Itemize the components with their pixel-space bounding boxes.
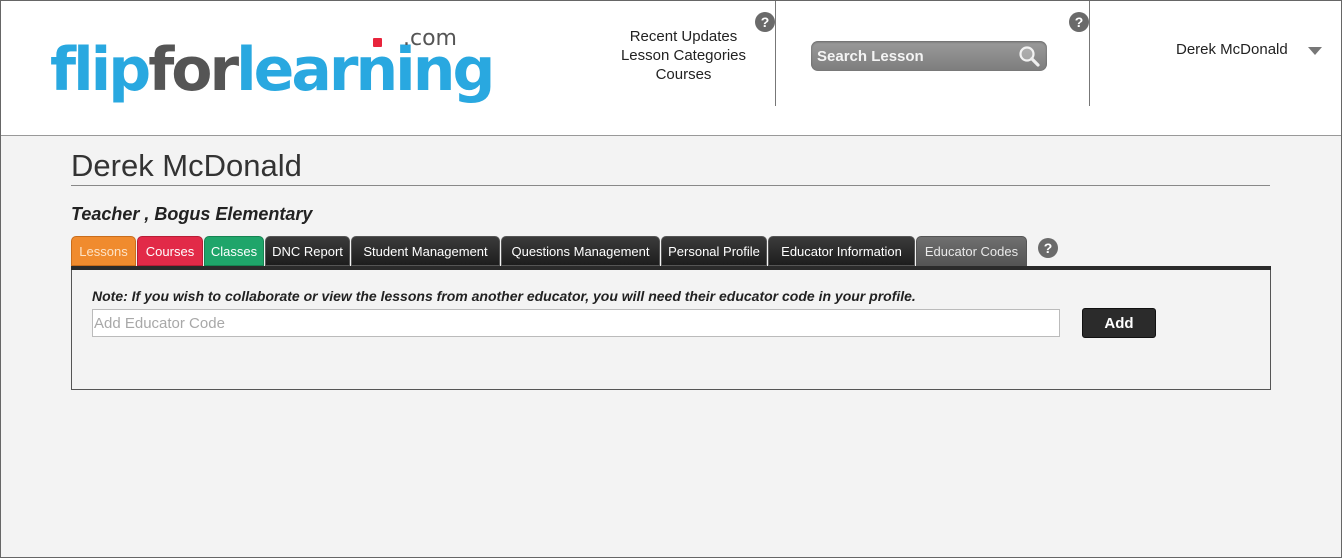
logo-com-suffix: .com <box>403 26 457 51</box>
site-header: flipforlearning .com ? Recent Updates Le… <box>0 0 1342 136</box>
role-school-line: Teacher , Bogus Elementary <box>71 204 313 224</box>
logo-for: for <box>148 35 239 105</box>
tabs-help-icon[interactable]: ? <box>1038 238 1058 258</box>
header-nav: Recent Updates Lesson Categories Courses <box>606 27 761 84</box>
flipforlearning-logo[interactable]: flipforlearning .com <box>50 26 495 112</box>
educator-code-input[interactable] <box>92 309 1060 337</box>
tab-questions-management[interactable]: Questions Management <box>501 236 660 266</box>
magnifier-icon[interactable] <box>1017 44 1041 68</box>
add-educator-code-button[interactable]: Add <box>1082 308 1156 338</box>
logo-i-dot <box>373 38 382 47</box>
educator-codes-panel: Note: If you wish to collaborate or view… <box>71 270 1271 390</box>
nav-link-courses[interactable]: Courses <box>606 65 761 84</box>
nav-link-recent-updates[interactable]: Recent Updates <box>606 27 761 46</box>
tab-student-management[interactable]: Student Management <box>351 236 500 266</box>
tab-dnc-report[interactable]: DNC Report <box>265 236 350 266</box>
search-input[interactable] <box>817 45 1017 67</box>
search-help-icon[interactable]: ? <box>1069 12 1089 32</box>
tab-educator-codes[interactable]: Educator Codes <box>916 236 1027 266</box>
tab-educator-information[interactable]: Educator Information <box>768 236 915 266</box>
tab-courses[interactable]: Courses <box>137 236 203 266</box>
header-divider <box>775 0 776 106</box>
user-menu-caret-icon[interactable] <box>1308 47 1322 55</box>
header-divider <box>1089 0 1090 106</box>
user-menu-name[interactable]: Derek McDonald <box>1176 41 1288 58</box>
page-title: Derek McDonald <box>71 148 302 183</box>
educator-code-note: Note: If you wish to collaborate or view… <box>92 288 916 304</box>
nav-link-lesson-categories[interactable]: Lesson Categories <box>606 46 761 65</box>
tab-classes[interactable]: Classes <box>204 236 264 266</box>
title-divider <box>71 185 1270 186</box>
tab-personal-profile[interactable]: Personal Profile <box>661 236 767 266</box>
logo-flip: flip <box>50 35 151 105</box>
tab-lessons[interactable]: Lessons <box>71 236 136 266</box>
search-box[interactable] <box>811 41 1047 71</box>
